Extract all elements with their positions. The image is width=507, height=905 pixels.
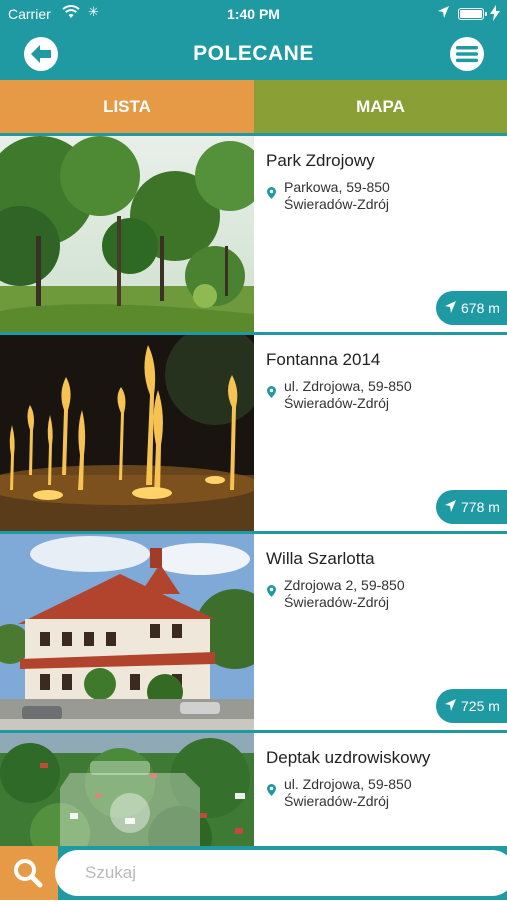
place-address: Parkowa, 59-850 Świeradów-Zdrój bbox=[284, 179, 390, 213]
location-pin-icon bbox=[267, 386, 276, 398]
park-photo bbox=[0, 136, 254, 332]
distance-badge[interactable]: 725 m bbox=[436, 689, 507, 723]
navigation-arrow-icon bbox=[445, 699, 456, 711]
battery-icon bbox=[458, 8, 487, 20]
hamburger-menu-icon bbox=[456, 46, 478, 63]
address-line-1: ul. Zdrojowa, 59-850 bbox=[284, 378, 412, 394]
distance-badge[interactable]: 778 m bbox=[436, 490, 507, 524]
address-line-2: Świeradów-Zdrój bbox=[284, 793, 390, 809]
location-pin-icon bbox=[267, 187, 276, 199]
status-bar: Carrier ✳ 1:40 PM bbox=[0, 0, 507, 28]
tab-lista[interactable]: LISTA bbox=[0, 80, 254, 133]
villa-photo bbox=[0, 534, 254, 730]
page-title: POLECANE bbox=[193, 42, 314, 65]
address-line-2: Świeradów-Zdrój bbox=[284, 395, 390, 411]
navigation-arrow-icon bbox=[445, 301, 456, 313]
location-pin-icon bbox=[267, 585, 276, 597]
place-name: Willa Szarlotta bbox=[266, 549, 375, 568]
status-time: 1:40 PM bbox=[227, 6, 280, 22]
tab-mapa[interactable]: MAPA bbox=[254, 80, 507, 133]
place-address: ul. Zdrojowa, 59-850 Świeradów-Zdrój bbox=[284, 378, 412, 412]
distance-badge[interactable]: 678 m bbox=[436, 291, 507, 325]
list-item[interactable]: Park Zdrojowy Parkowa, 59-850 Świeradów-… bbox=[0, 136, 507, 335]
places-list[interactable]: Park Zdrojowy Parkowa, 59-850 Świeradów-… bbox=[0, 136, 507, 846]
location-pin-icon bbox=[267, 784, 276, 796]
list-item[interactable]: Deptak uzdrowiskowy ul. Zdrojowa, 59-850… bbox=[0, 733, 507, 846]
search-button[interactable] bbox=[0, 846, 58, 900]
place-name: Park Zdrojowy bbox=[266, 151, 375, 170]
charging-bolt-icon bbox=[490, 5, 500, 24]
promenade-photo bbox=[0, 733, 254, 846]
location-arrow-icon bbox=[437, 5, 450, 22]
search-icon bbox=[14, 859, 43, 888]
place-address: Zdrojowa 2, 59-850 Świeradów-Zdrój bbox=[284, 577, 405, 611]
search-input[interactable] bbox=[55, 850, 507, 896]
distance-value: 725 m bbox=[461, 698, 500, 714]
list-item[interactable]: Willa Szarlotta Zdrojowa 2, 59-850 Świer… bbox=[0, 534, 507, 733]
navigation-arrow-icon bbox=[445, 500, 456, 512]
fountain-photo bbox=[0, 335, 254, 531]
menu-button[interactable] bbox=[450, 37, 484, 71]
place-name: Deptak uzdrowiskowy bbox=[266, 748, 431, 767]
address-line-1: Parkowa, 59-850 bbox=[284, 179, 390, 195]
distance-value: 778 m bbox=[461, 499, 500, 515]
place-address: ul. Zdrojowa, 59-850 Świeradów-Zdrój bbox=[284, 776, 412, 810]
view-tabs: LISTA MAPA bbox=[0, 80, 507, 133]
search-bar bbox=[0, 846, 507, 900]
address-line-2: Świeradów-Zdrój bbox=[284, 594, 390, 610]
address-line-1: ul. Zdrojowa, 59-850 bbox=[284, 776, 412, 792]
address-line-2: Świeradów-Zdrój bbox=[284, 196, 390, 212]
place-name: Fontanna 2014 bbox=[266, 350, 381, 369]
distance-value: 678 m bbox=[461, 300, 500, 316]
nav-bar: POLECANE bbox=[0, 28, 507, 80]
address-line-1: Zdrojowa 2, 59-850 bbox=[284, 577, 405, 593]
list-item[interactable]: Fontanna 2014 ul. Zdrojowa, 59-850 Świer… bbox=[0, 335, 507, 534]
